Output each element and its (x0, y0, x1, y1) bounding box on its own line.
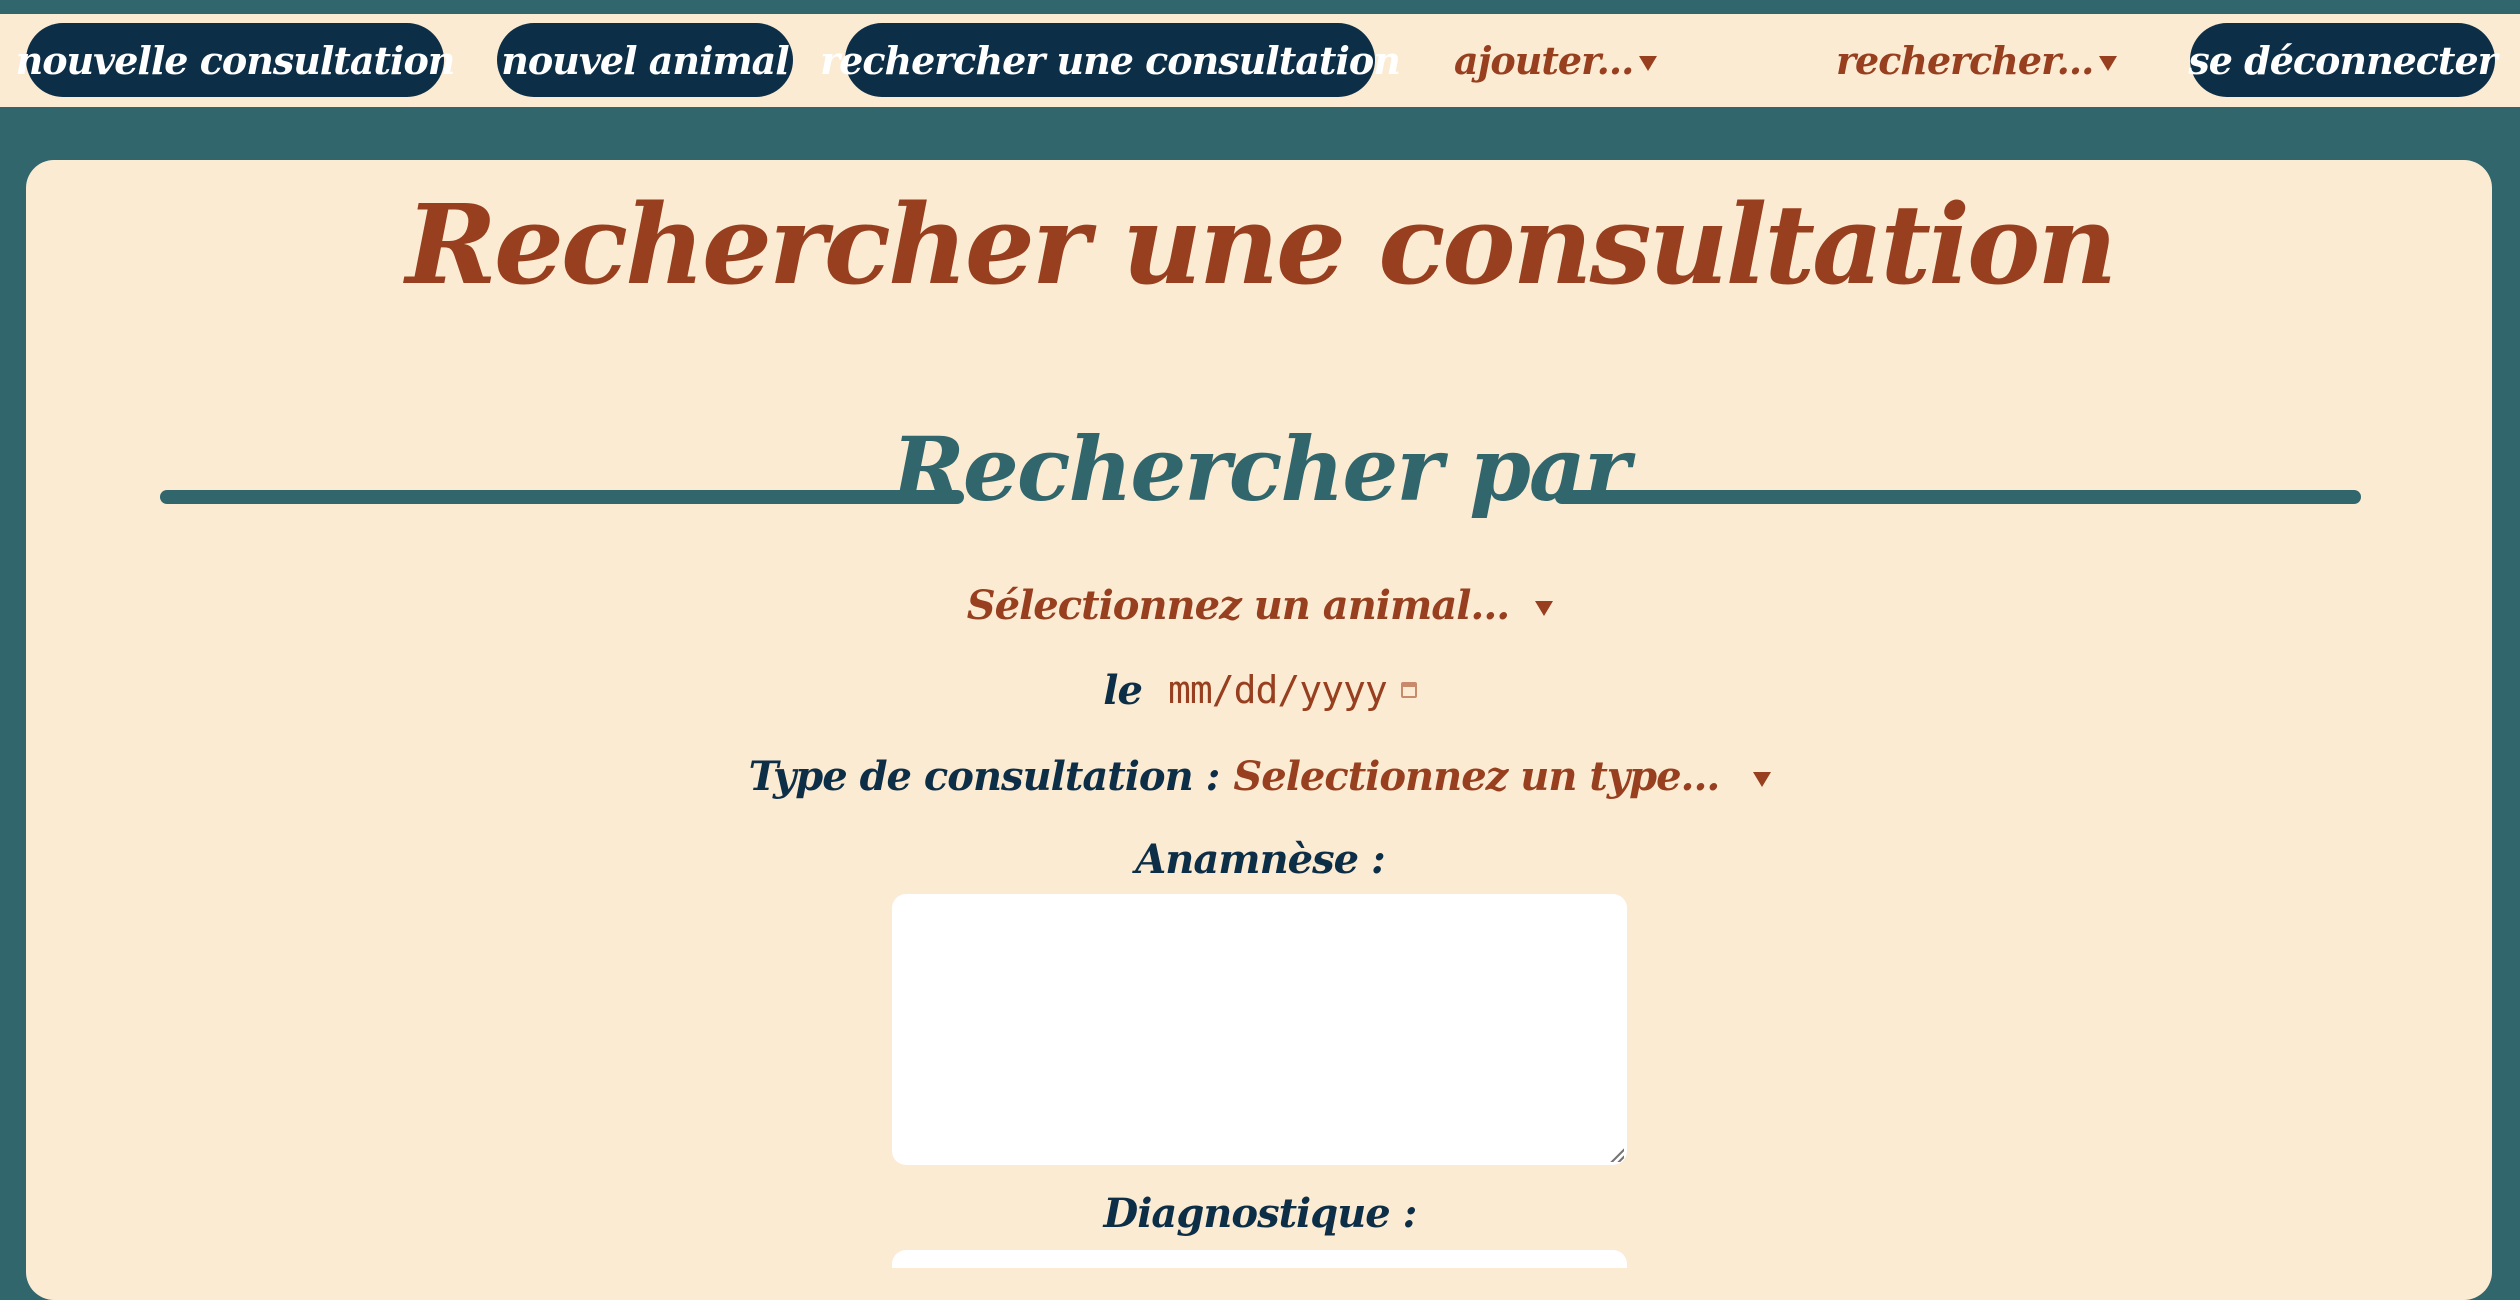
search-consultation-button[interactable]: rechercher une consultation (820, 23, 1401, 97)
add-dropdown-label: ajouter... (1454, 37, 1634, 83)
chevron-down-icon (1753, 771, 1772, 787)
add-dropdown[interactable]: ajouter... (1454, 23, 1658, 97)
diagnosis-textarea[interactable] (892, 1250, 1627, 1268)
date-label: le (1103, 666, 1143, 714)
type-row: Type de consultation : Selectionnez un t… (0, 750, 2520, 802)
animal-select[interactable]: Sélectionnez un animal... (966, 581, 1554, 629)
chevron-down-icon (1535, 600, 1554, 616)
diagnosis-label: Diagnostique : (1103, 1189, 1418, 1237)
chevron-down-icon (1639, 55, 1658, 71)
diagnosis-label-row: Diagnostique : (0, 1187, 2520, 1239)
animal-select-row: Sélectionnez un animal... (0, 580, 2520, 630)
date-row: le mm/dd/yyyy (0, 665, 2520, 715)
search-dropdown[interactable]: rechercher... (1836, 23, 2118, 97)
anamnesis-label-row: Anamnèse : (0, 833, 2520, 885)
animal-select-value: Sélectionnez un animal... (966, 581, 1510, 629)
anamnesis-label: Anamnèse : (1135, 835, 1386, 883)
type-label: Type de consultation : (748, 752, 1221, 800)
section-title: Rechercher par (891, 417, 1631, 521)
calendar-icon[interactable] (1400, 682, 1417, 698)
new-consultation-button[interactable]: nouvelle consultation (16, 23, 455, 97)
search-dropdown-label: rechercher... (1836, 37, 2094, 83)
date-input[interactable]: mm/dd/yyyy (1168, 668, 1388, 712)
top-nav-bar: nouvelle consultation nouvel animal rech… (0, 14, 2520, 107)
logout-button[interactable]: se déconnecter (2188, 23, 2498, 97)
type-select-value: Selectionnez un type... (1233, 752, 1720, 800)
anamnesis-textarea[interactable] (892, 894, 1627, 1165)
new-animal-button[interactable]: nouvel animal (497, 23, 793, 97)
page-title: Rechercher une consultation (405, 180, 2118, 309)
type-select[interactable]: Selectionnez un type... (1233, 752, 1772, 800)
resize-grip-icon[interactable] (1608, 1146, 1624, 1162)
chevron-down-icon (2099, 55, 2118, 71)
